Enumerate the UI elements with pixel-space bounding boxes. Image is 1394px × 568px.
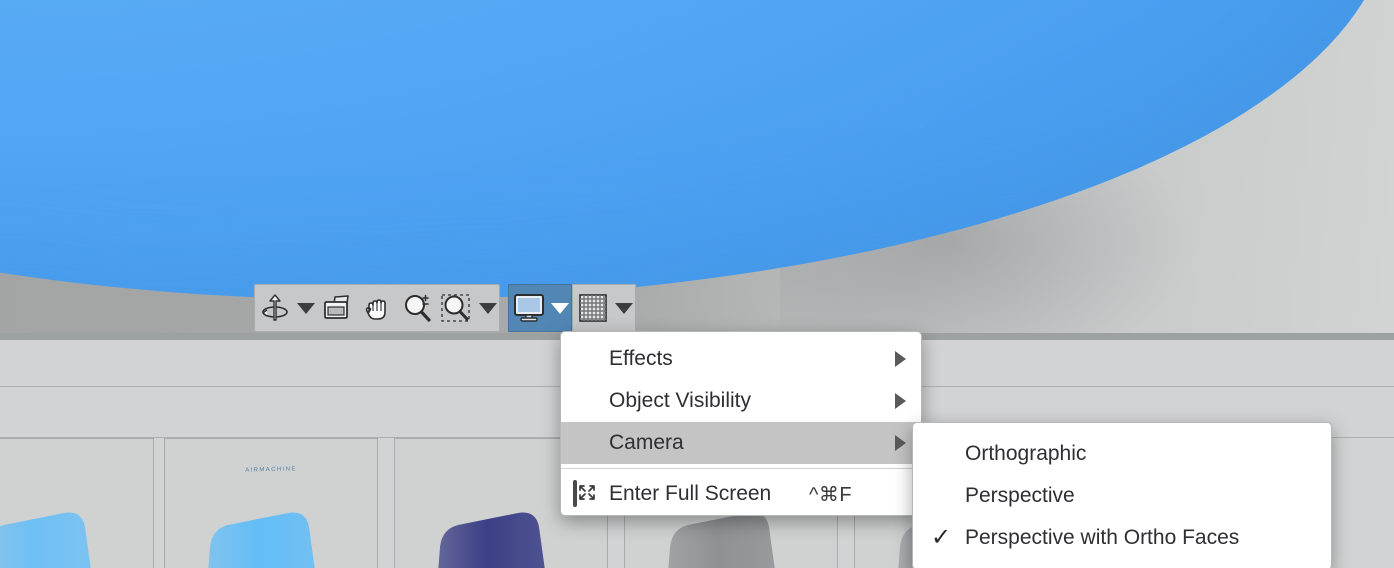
magnifier-marquee-icon	[441, 294, 470, 322]
zoom-region-tool[interactable]	[437, 285, 477, 331]
submenu-item-label: Perspective	[965, 484, 1075, 507]
chevron-down-icon-white	[551, 302, 569, 314]
asset-thumbnail[interactable]	[0, 438, 154, 568]
camera-submenu: Orthographic Perspective ✓ Perspective w…	[912, 422, 1332, 568]
display-group	[508, 284, 572, 332]
menu-item-enter-full-screen[interactable]: Enter Full Screen ^⌘F	[561, 473, 921, 515]
grid-options-button[interactable]	[573, 285, 613, 331]
orbit-icon	[262, 294, 288, 321]
navigation-group	[254, 284, 500, 332]
grid-icon	[579, 294, 607, 322]
submenu-item-label: Orthographic	[965, 442, 1087, 465]
menu-item-label: Effects	[609, 347, 673, 370]
submenu-arrow-icon	[895, 435, 906, 451]
grid-options-dropdown[interactable]	[613, 285, 635, 331]
seat-render	[0, 512, 91, 568]
view-toolbar	[254, 284, 636, 332]
app-window: AIRMACHINE Effects Object Visibility Cam…	[0, 0, 1394, 568]
hand-icon	[365, 299, 386, 320]
magnifier-plus-minus-icon	[405, 294, 431, 322]
toolbar-gap	[500, 284, 508, 332]
submenu-arrow-icon	[895, 351, 906, 367]
display-options-button[interactable]	[509, 285, 549, 331]
menu-item-effects[interactable]: Effects	[561, 338, 921, 380]
submenu-item-perspective[interactable]: Perspective	[913, 475, 1331, 517]
seat-render	[208, 512, 315, 568]
menu-item-label: Camera	[609, 431, 684, 454]
menu-item-object-visibility[interactable]: Object Visibility	[561, 380, 921, 422]
menu-item-shortcut: ^⌘F	[809, 483, 853, 506]
submenu-item-perspective-with-ortho-faces[interactable]: ✓ Perspective with Ortho Faces	[913, 517, 1331, 559]
grid-group	[572, 284, 636, 332]
chevron-down-icon	[297, 302, 315, 314]
display-options-dropdown[interactable]	[549, 285, 571, 331]
pan-tool[interactable]	[357, 285, 397, 331]
display-options-menu: Effects Object Visibility Camera Enter F…	[560, 331, 922, 516]
orbit-dropdown[interactable]	[295, 285, 317, 331]
menu-item-label: Object Visibility	[609, 389, 751, 412]
checkmark-icon: ✓	[931, 524, 952, 551]
viewport-3d[interactable]	[0, 0, 1394, 333]
submenu-item-label: Perspective with Ortho Faces	[965, 526, 1240, 549]
dolly-window-icon	[324, 295, 349, 319]
zoom-in-tool[interactable]	[397, 285, 437, 331]
menu-separator	[561, 468, 921, 469]
asset-thumbnail[interactable]: AIRMACHINE	[164, 438, 378, 568]
orbit-tool[interactable]	[255, 285, 295, 331]
dolly-tool[interactable]	[317, 285, 357, 331]
chevron-down-icon	[479, 302, 497, 314]
chevron-down-icon	[615, 302, 633, 314]
zoom-region-dropdown[interactable]	[477, 285, 499, 331]
menu-item-camera[interactable]: Camera	[561, 422, 921, 464]
monitor-icon	[514, 294, 544, 322]
submenu-arrow-icon	[895, 393, 906, 409]
submenu-item-orthographic[interactable]: Orthographic	[913, 433, 1331, 475]
enter-full-screen-icon	[573, 480, 595, 507]
